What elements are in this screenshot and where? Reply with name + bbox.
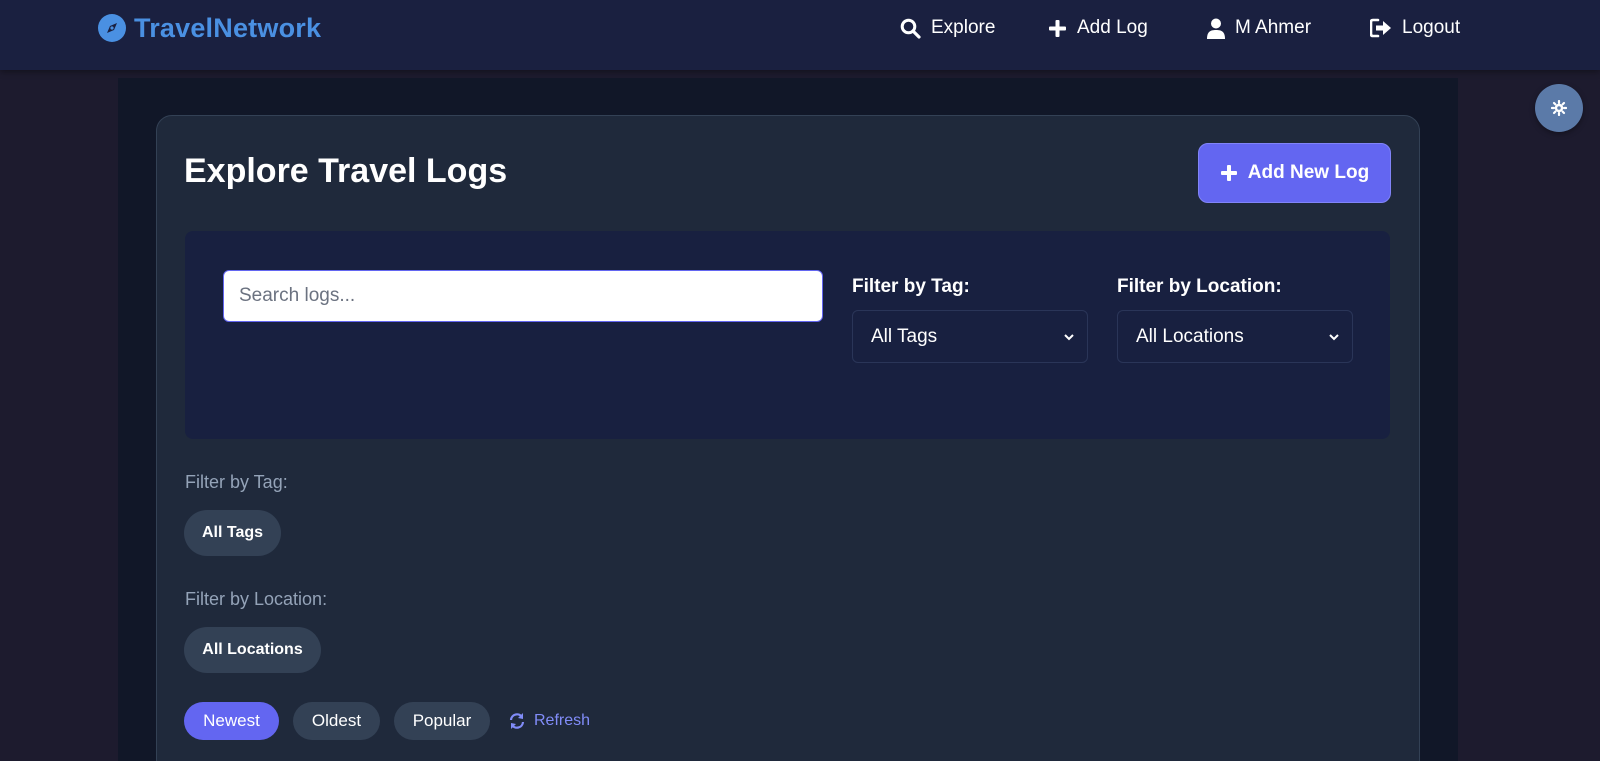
page-title: Explore Travel Logs (184, 152, 508, 190)
nav-profile[interactable]: M Ahmer (1207, 14, 1311, 42)
nav-explore[interactable]: Explore (900, 14, 995, 42)
refresh-label: Refresh (534, 712, 591, 729)
sort-oldest-button[interactable]: Oldest (293, 702, 380, 740)
gear-icon (1551, 100, 1567, 116)
tag-pill-all[interactable]: All Tags (184, 510, 281, 556)
theme-toggle-button[interactable] (1535, 84, 1583, 132)
tag-pills-label: Filter by Tag: (185, 472, 288, 492)
sort-newest-button[interactable]: Newest (184, 702, 279, 740)
plus-icon (1220, 165, 1237, 181)
search-icon (900, 18, 921, 39)
tag-select-value: All Tags (871, 325, 938, 347)
nav-logout-label: Logout (1402, 17, 1461, 38)
chevron-down-icon (1064, 333, 1074, 340)
sort-oldest-label: Oldest (311, 711, 362, 730)
location-filter-label: Filter by Location: (1117, 276, 1282, 297)
location-pill-all[interactable]: All Locations (184, 627, 321, 673)
location-select-value: All Locations (1136, 325, 1244, 347)
compass-icon (98, 14, 126, 42)
plus-icon (1049, 19, 1066, 37)
add-new-log-label: Add New Log (1247, 162, 1370, 183)
navbar: TravelNetwork Explore Add Log M Ahmer Lo… (0, 0, 1600, 70)
location-pills-label: Filter by Location: (185, 589, 328, 609)
nav-add-log[interactable]: Add Log (1048, 14, 1148, 42)
tag-pill-label: All Tags (201, 524, 264, 541)
sort-popular-button[interactable]: Popular (394, 702, 490, 740)
brand-logo[interactable]: TravelNetwork (98, 12, 321, 44)
search-input[interactable] (223, 270, 823, 322)
refresh-icon (509, 713, 525, 729)
nav-logout[interactable]: Logout (1370, 14, 1460, 42)
add-new-log-button[interactable]: Add New Log (1198, 143, 1391, 203)
logout-icon (1370, 18, 1391, 38)
chevron-down-icon (1329, 333, 1339, 340)
location-pill-label: All Locations (202, 641, 303, 658)
refresh-button[interactable]: Refresh (508, 709, 590, 733)
nav-profile-label: M Ahmer (1235, 17, 1312, 38)
sort-newest-label: Newest (203, 711, 260, 730)
sort-popular-label: Popular (412, 711, 472, 730)
location-select[interactable]: All Locations (1117, 310, 1353, 363)
nav-explore-label: Explore (931, 17, 996, 38)
nav-add-log-label: Add Log (1077, 17, 1148, 38)
tag-filter-label: Filter by Tag: (852, 276, 970, 297)
tag-select[interactable]: All Tags (852, 310, 1088, 363)
brand-name: TravelNetwork (134, 12, 322, 43)
user-icon (1207, 18, 1225, 39)
